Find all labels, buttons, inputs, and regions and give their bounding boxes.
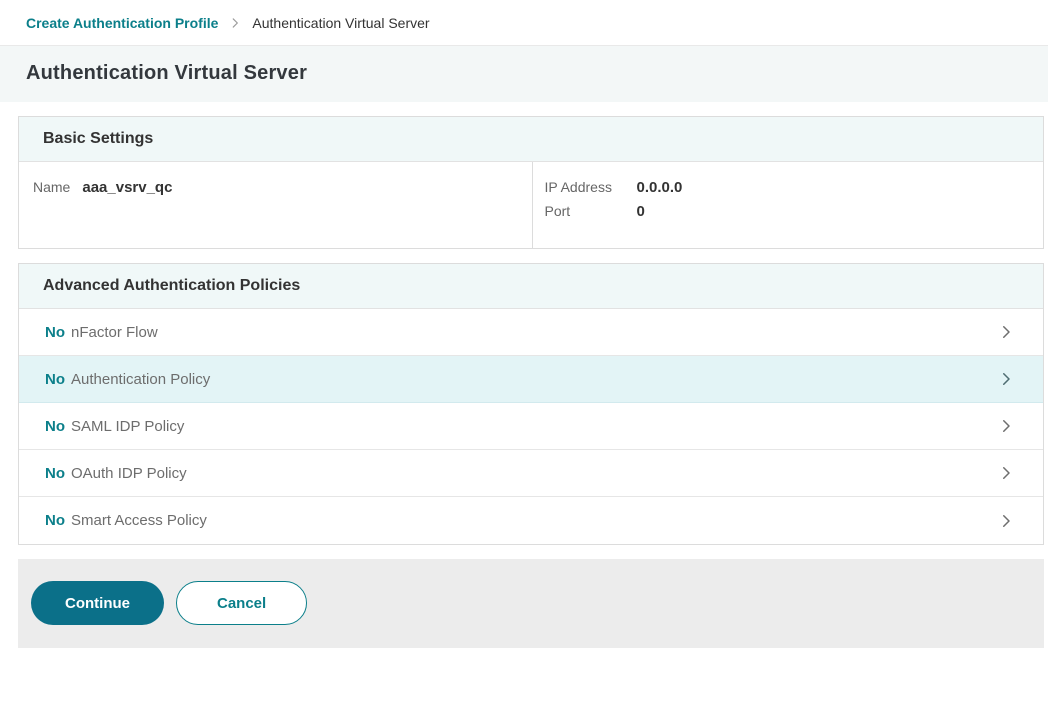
continue-button[interactable]: Continue: [31, 581, 164, 625]
policy-label: Smart Access Policy: [71, 512, 207, 529]
chevron-right-icon: [997, 323, 1015, 341]
policy-count: No: [45, 324, 65, 341]
policy-label: Authentication Policy: [71, 371, 210, 388]
ip-address-value: 0.0.0.0: [637, 179, 683, 196]
policy-label: OAuth IDP Policy: [71, 465, 187, 482]
basic-settings-card: Basic Settings Name aaa_vsrv_qc IP Addre…: [18, 116, 1044, 249]
basic-settings-left-column: Name aaa_vsrv_qc: [19, 162, 532, 248]
policy-row-saml-idp-policy[interactable]: No SAML IDP Policy: [19, 403, 1043, 450]
page-title: Authentication Virtual Server: [26, 62, 1022, 85]
basic-settings-right-column: IP Address 0.0.0.0 Port 0: [532, 162, 1044, 248]
ip-address-field: IP Address 0.0.0.0: [545, 179, 1030, 196]
policy-count: No: [45, 465, 65, 482]
chevron-right-icon: [997, 464, 1015, 482]
name-label: Name: [33, 179, 70, 195]
policy-row-smart-access-policy[interactable]: No Smart Access Policy: [19, 497, 1043, 544]
policy-count: No: [45, 512, 65, 529]
policy-count: No: [45, 371, 65, 388]
action-bar: Continue Cancel: [18, 559, 1044, 648]
port-label: Port: [545, 203, 637, 219]
ip-address-label: IP Address: [545, 179, 637, 195]
breadcrumb: Create Authentication Profile Authentica…: [0, 0, 1048, 46]
policy-label: nFactor Flow: [71, 324, 158, 341]
breadcrumb-current-page: Authentication Virtual Server: [252, 15, 429, 31]
basic-settings-header: Basic Settings: [19, 117, 1043, 162]
policy-row-oauth-idp-policy[interactable]: No OAuth IDP Policy: [19, 450, 1043, 497]
policy-row-nfactor-flow[interactable]: No nFactor Flow: [19, 309, 1043, 356]
name-value: aaa_vsrv_qc: [82, 179, 172, 196]
name-field: Name aaa_vsrv_qc: [33, 179, 518, 196]
basic-settings-body: Name aaa_vsrv_qc IP Address 0.0.0.0 Port…: [19, 162, 1043, 248]
policy-row-authentication-policy[interactable]: No Authentication Policy: [19, 356, 1043, 403]
advanced-policies-title: Advanced Authentication Policies: [43, 277, 1019, 295]
chevron-right-icon: [997, 370, 1015, 388]
chevron-right-icon: [997, 417, 1015, 435]
policy-label: SAML IDP Policy: [71, 418, 184, 435]
policy-row-list: No nFactor Flow No Authentication Policy…: [19, 309, 1043, 544]
page-header: Authentication Virtual Server: [0, 46, 1048, 102]
port-field: Port 0: [545, 203, 1030, 220]
chevron-right-icon: [997, 512, 1015, 530]
cancel-button[interactable]: Cancel: [176, 581, 307, 625]
basic-settings-title: Basic Settings: [43, 130, 1019, 148]
breadcrumb-link-create-authentication-profile[interactable]: Create Authentication Profile: [26, 15, 218, 31]
advanced-authentication-policies-card: Advanced Authentication Policies No nFac…: [18, 263, 1044, 545]
policy-count: No: [45, 418, 65, 435]
port-value: 0: [637, 203, 645, 220]
breadcrumb-chevron-icon: [228, 16, 242, 30]
main-content: Basic Settings Name aaa_vsrv_qc IP Addre…: [0, 102, 1048, 545]
advanced-policies-header: Advanced Authentication Policies: [19, 264, 1043, 309]
